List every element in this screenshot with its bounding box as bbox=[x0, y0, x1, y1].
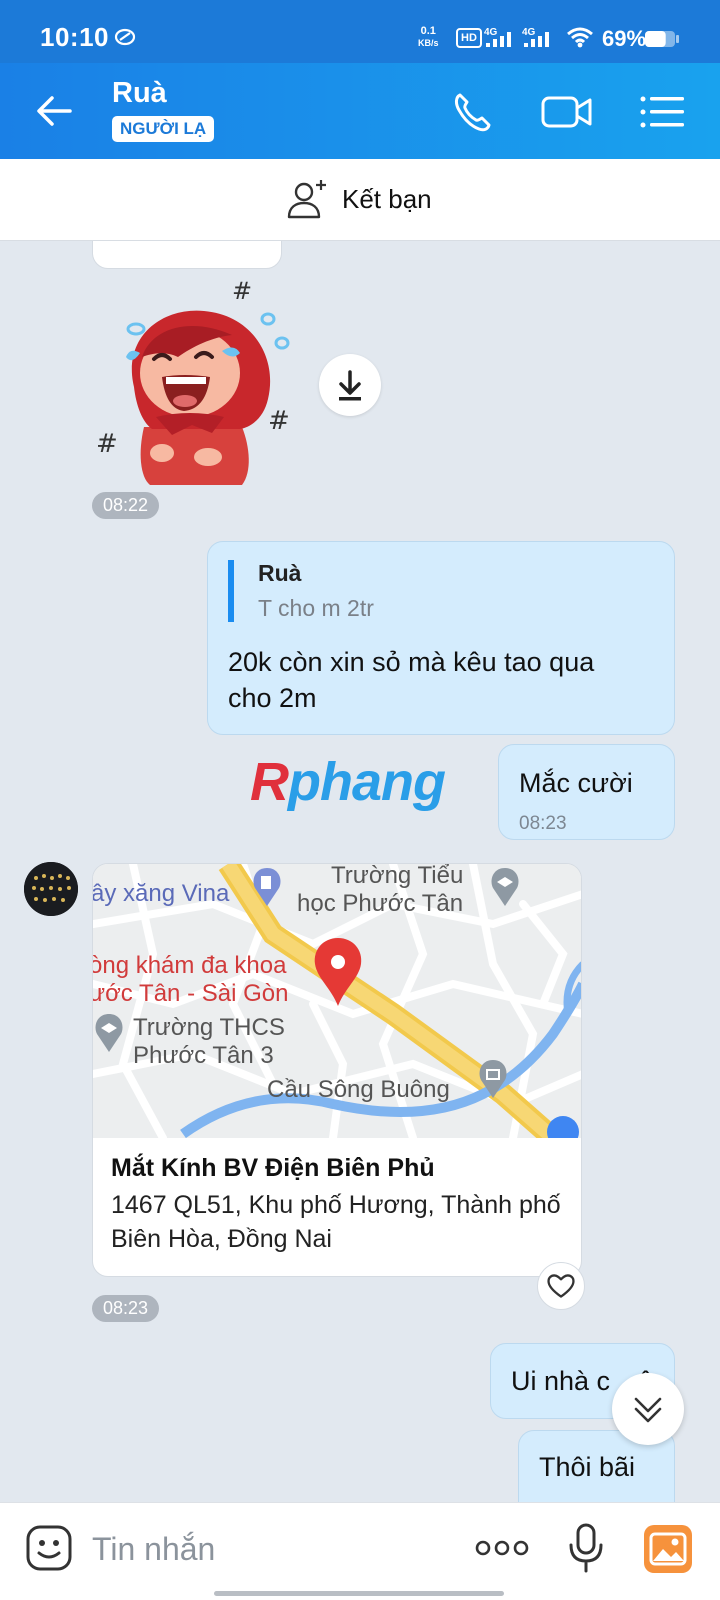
menu-list-icon[interactable] bbox=[636, 85, 690, 139]
svg-text:#: # bbox=[268, 406, 290, 436]
message-text: Mắc cười bbox=[519, 768, 633, 798]
message-text: 20k còn xin sỏ mà kêu tao qua cho 2m bbox=[228, 647, 595, 713]
quoted-text: T cho m 2tr bbox=[258, 595, 374, 621]
message-time: 08:23 bbox=[519, 813, 567, 834]
map-label-school: Phước Tân 3 bbox=[133, 1042, 274, 1069]
add-friend-button[interactable]: Kết bạn bbox=[286, 177, 432, 221]
battery-icon bbox=[645, 31, 679, 47]
download-icon[interactable] bbox=[319, 354, 381, 416]
messenger-notification-icon bbox=[114, 28, 136, 46]
network-speed: 0.1 KB/s bbox=[418, 25, 439, 48]
battery-percent: 69% bbox=[602, 26, 647, 51]
home-indicator bbox=[214, 1591, 504, 1596]
quoted-sender: Ruà bbox=[258, 560, 302, 586]
signal-sim1-icon: 4G bbox=[484, 27, 511, 47]
map-label-school: học Phước Tân bbox=[297, 890, 464, 917]
contact-name[interactable]: Ruà bbox=[112, 77, 167, 110]
hd-voice-icon: HD bbox=[456, 28, 482, 48]
location-name: Mắt Kính BV Điện Biên Phủ bbox=[111, 1154, 435, 1182]
message-input[interactable] bbox=[92, 1527, 432, 1571]
signal-sim2-icon: 4G bbox=[522, 27, 549, 47]
svg-text:#: # bbox=[232, 277, 252, 305]
map-label-clinic: òng khám đa khoa bbox=[93, 952, 287, 979]
crying-laughing-sticker[interactable]: # # # bbox=[92, 277, 302, 487]
message-text: Thôi bãi bbox=[539, 1452, 636, 1482]
stranger-badge: NGƯỜI LẠ bbox=[112, 116, 215, 142]
map-label-bridge: Cầu Sông Buông bbox=[267, 1076, 450, 1103]
location-address: 1467 QL51, Khu phố Hương, Thành phố Biên… bbox=[111, 1191, 561, 1253]
phone-call-icon[interactable] bbox=[446, 85, 500, 139]
map-label-gas-station: ây xăng Vina bbox=[93, 880, 230, 907]
scroll-to-bottom-icon[interactable] bbox=[612, 1373, 684, 1445]
svg-text:4G: 4G bbox=[522, 27, 536, 38]
wifi-icon bbox=[567, 27, 593, 48]
image-gallery-icon[interactable] bbox=[642, 1523, 694, 1575]
sender-avatar[interactable] bbox=[24, 862, 78, 916]
timestamp: 08:22 bbox=[92, 492, 160, 519]
add-friend-bar: Kết bạn bbox=[0, 159, 720, 241]
map-label-school: Trường Tiểu bbox=[331, 864, 464, 889]
video-call-icon[interactable] bbox=[540, 85, 594, 139]
watermark-logo: Rphang bbox=[250, 752, 446, 812]
chat-header: Ruà NGƯỜI LẠ bbox=[0, 63, 720, 159]
map-label-school: Trường THCS bbox=[133, 1014, 285, 1041]
message-list[interactable]: # # # 08:22 Ruà T cho m 2tr 20k còn xin … bbox=[0, 241, 720, 1502]
emoji-icon[interactable] bbox=[24, 1523, 74, 1573]
map-preview[interactable]: ây xăng Vina Trường Tiểu học Phước Tân ò… bbox=[93, 864, 581, 1138]
quoted-message[interactable]: Ruà T cho m 2tr bbox=[228, 560, 374, 622]
add-friend-label: Kết bạn bbox=[342, 183, 432, 214]
add-user-icon bbox=[287, 180, 326, 219]
message-input-bar bbox=[0, 1502, 720, 1600]
reply-message-bubble[interactable]: Ruà T cho m 2tr 20k còn xin sỏ mà kêu ta… bbox=[207, 541, 675, 735]
svg-text:#: # bbox=[96, 429, 118, 459]
message-bubble-partial[interactable] bbox=[92, 241, 282, 269]
more-options-icon[interactable] bbox=[474, 1533, 530, 1563]
status-bar: 10:10 0.1 KB/s HD 4G 4G 69% bbox=[0, 0, 720, 63]
status-time: 10:10 bbox=[40, 22, 109, 52]
message-bubble[interactable]: Mắc cười 08:23 bbox=[498, 744, 675, 840]
back-arrow-icon[interactable] bbox=[30, 89, 80, 133]
location-card[interactable]: ây xăng Vina Trường Tiểu học Phước Tân ò… bbox=[92, 863, 582, 1277]
microphone-icon[interactable] bbox=[566, 1521, 606, 1575]
heart-reaction-icon[interactable] bbox=[537, 1262, 585, 1310]
map-label-clinic: ước Tân - Sài Gòn bbox=[93, 980, 289, 1007]
svg-text:4G: 4G bbox=[484, 27, 498, 38]
timestamp: 08:23 bbox=[92, 1295, 160, 1322]
